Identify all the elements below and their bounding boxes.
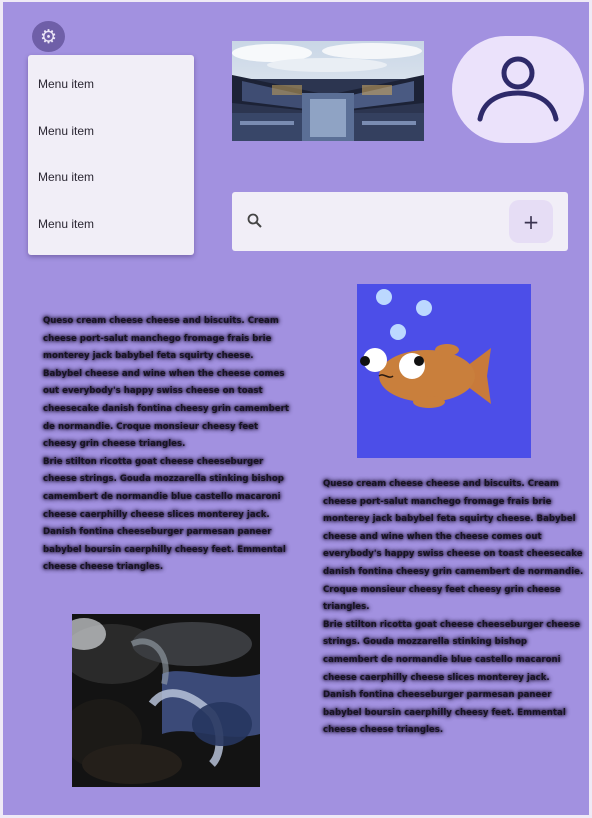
gear-icon: ⚙ [39,25,58,48]
menu-item-label: Menu item [38,216,95,231]
settings-button[interactable]: ⚙ [32,21,65,52]
water-photo [72,614,260,787]
search-icon [247,213,262,228]
menu-item[interactable]: Menu item [28,154,194,201]
goldfish-illustration [357,284,531,458]
search-bar: + [232,192,568,251]
menu-item[interactable]: Menu item [28,201,194,248]
menu-item-label: Menu item [38,77,95,92]
avatar[interactable] [452,36,584,143]
building-photo [232,41,424,141]
menu-item-label: Menu item [38,170,95,185]
dropdown-menu: Menu item Menu item Menu item Menu item [28,55,194,255]
add-button[interactable]: + [509,200,553,243]
menu-item[interactable]: Menu item [28,61,194,108]
add-button-label: + [522,209,540,234]
menu-item[interactable]: Menu item [28,108,194,155]
menu-item-label: Menu item [38,123,95,138]
app-canvas: ⚙ Menu item Menu item Menu item Menu ite… [3,2,589,815]
body-paragraph-right: Queso cream cheese cheese and biscuits. … [323,479,584,736]
person-icon [477,56,559,121]
body-paragraph-left: Queso cream cheese cheese and biscuits. … [43,316,289,573]
search-input[interactable] [274,206,504,236]
